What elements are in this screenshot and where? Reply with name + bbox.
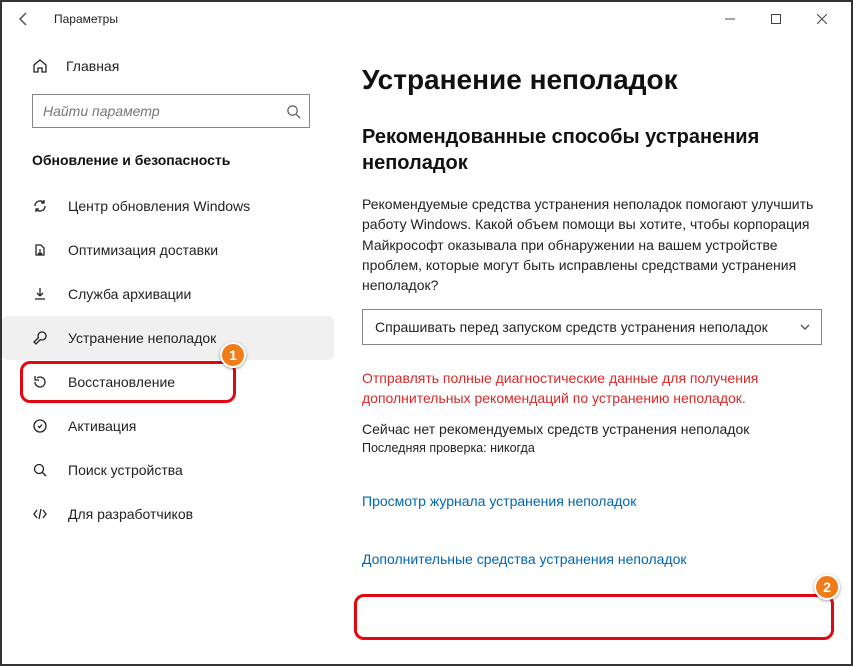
nav-list: Центр обновления Windows Оптимизация дос…: [2, 184, 334, 536]
find-icon: [32, 462, 50, 478]
sidebar-item-windows-update[interactable]: Центр обновления Windows: [2, 184, 334, 228]
sidebar-item-delivery-optimization[interactable]: Оптимизация доставки: [2, 228, 334, 272]
maximize-button[interactable]: [753, 3, 799, 35]
search-icon: [286, 104, 301, 119]
recovery-icon: [32, 374, 50, 390]
key-icon: [32, 418, 50, 434]
chevron-down-icon: [799, 321, 811, 333]
sidebar-item-backup[interactable]: Служба архивации: [2, 272, 334, 316]
sidebar-item-troubleshoot[interactable]: Устранение неполадок: [2, 316, 334, 360]
last-check-text: Последняя проверка: никогда: [362, 441, 827, 455]
sync-icon: [32, 198, 50, 214]
window-title: Параметры: [54, 12, 118, 26]
home-icon: [32, 58, 50, 74]
backup-icon: [32, 286, 50, 302]
dropdown-value: Спрашивать перед запуском средств устран…: [375, 319, 768, 335]
no-recommended-text: Сейчас нет рекомендуемых средств устране…: [362, 421, 827, 437]
home-label: Главная: [66, 58, 119, 74]
sidebar-item-label: Восстановление: [68, 374, 175, 390]
sidebar-item-label: Устранение неполадок: [68, 330, 216, 346]
wrench-icon: [32, 330, 50, 346]
close-button[interactable]: [799, 3, 845, 35]
search-field[interactable]: [43, 103, 286, 119]
sidebar-item-label: Поиск устройства: [68, 462, 183, 478]
diagnostic-warning: Отправлять полные диагностические данные…: [362, 369, 827, 408]
sidebar-item-label: Активация: [68, 418, 136, 434]
search-input[interactable]: [32, 94, 310, 128]
code-icon: [32, 506, 50, 522]
main-content: Устранение неполадок Рекомендованные спо…: [334, 36, 851, 664]
section-title: Рекомендованные способы устранения непол…: [362, 124, 827, 176]
sidebar-item-find-device[interactable]: Поиск устройства: [2, 448, 334, 492]
sidebar-item-label: Для разработчиков: [68, 506, 193, 522]
additional-troubleshooters-link[interactable]: Дополнительные средства устранения непол…: [362, 543, 827, 575]
sidebar: Главная Обновление и безопасность Центр …: [2, 36, 334, 664]
back-button[interactable]: [12, 7, 36, 31]
sidebar-item-activation[interactable]: Активация: [2, 404, 334, 448]
minimize-button[interactable]: [707, 3, 753, 35]
view-history-link[interactable]: Просмотр журнала устранения неполадок: [362, 485, 827, 517]
section-description: Рекомендуемые средства устранения непола…: [362, 194, 827, 295]
sidebar-item-developers[interactable]: Для разработчиков: [2, 492, 334, 536]
sidebar-item-label: Служба архивации: [68, 286, 191, 302]
help-level-dropdown[interactable]: Спрашивать перед запуском средств устран…: [362, 309, 822, 345]
delivery-icon: [32, 242, 50, 258]
window-controls: [707, 3, 845, 35]
home-button[interactable]: Главная: [2, 46, 334, 86]
section-heading: Обновление и безопасность: [2, 128, 334, 178]
sidebar-item-label: Центр обновления Windows: [68, 198, 250, 214]
page-title: Устранение неполадок: [362, 64, 827, 96]
sidebar-item-recovery[interactable]: Восстановление: [2, 360, 334, 404]
titlebar: Параметры: [2, 2, 851, 36]
sidebar-item-label: Оптимизация доставки: [68, 242, 218, 258]
